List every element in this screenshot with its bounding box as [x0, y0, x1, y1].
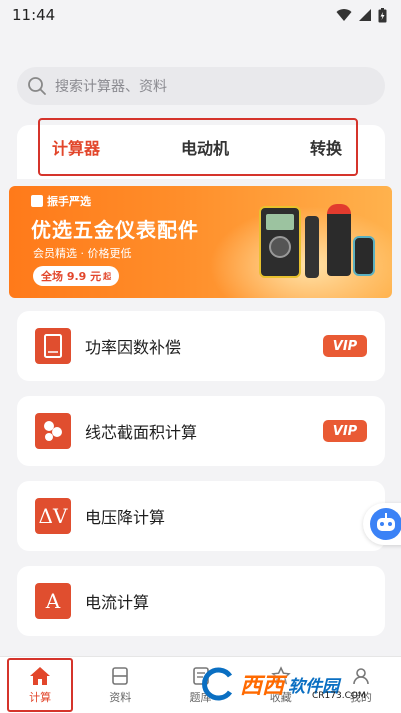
vip-badge: VIP: [323, 420, 367, 442]
robot-icon: [370, 508, 401, 540]
promo-banner[interactable]: 振手严选 优选五金仪表配件 会员精选 · 价格更低 全场 9.9 元 起: [9, 186, 392, 298]
banner-brand: 振手严选: [31, 193, 91, 209]
list-item-label: 电压降计算: [85, 508, 166, 527]
tab-motor[interactable]: 电动机: [181, 135, 229, 159]
site-watermark: 西西 软件园 CR173.COM: [200, 664, 390, 704]
banner-subtitle: 会员精选 · 价格更低: [33, 247, 132, 260]
list-item-current[interactable]: A 电流计算: [17, 566, 385, 636]
nav-label: 资料: [109, 690, 132, 704]
search-input[interactable]: 搜索计算器、资料: [17, 67, 385, 105]
nav-materials[interactable]: 资料: [80, 657, 160, 713]
list-item-label: 电流计算: [85, 593, 150, 612]
delta-v-icon: ΔV: [35, 498, 71, 534]
price-text: 全场 9.9 元: [41, 270, 102, 283]
brand-name: 振手严选: [47, 195, 91, 208]
list-item-label: 功率因数补偿: [85, 338, 182, 357]
status-time: 11:44: [12, 6, 56, 24]
document-icon: [112, 666, 129, 685]
cable-core-icon: [35, 413, 71, 449]
banner-title: 优选五金仪表配件: [31, 218, 199, 242]
tester-image: [353, 236, 375, 276]
battery-icon: [378, 7, 387, 22]
price-suffix: 起: [103, 271, 112, 281]
signal-icon: [359, 9, 371, 21]
search-icon: [28, 77, 46, 95]
status-icons: [336, 7, 387, 23]
vip-badge: VIP: [323, 335, 367, 357]
list-item-power-factor[interactable]: 功率因数补偿 VIP: [17, 311, 385, 381]
list-item-cable-area[interactable]: 线芯截面积计算 VIP: [17, 396, 385, 466]
brand-logo-icon: [31, 195, 43, 207]
search-placeholder: 搜索计算器、资料: [55, 79, 167, 95]
voltage-pen-image: [305, 216, 319, 278]
tablet-icon: [35, 328, 71, 364]
tab-calculator[interactable]: 计算器: [52, 135, 100, 159]
ampere-icon: A: [35, 583, 71, 619]
banner-price-pill[interactable]: 全场 9.9 元 起: [33, 266, 120, 286]
active-nav-highlight: [7, 658, 73, 712]
tab-conversion[interactable]: 转换: [310, 135, 342, 159]
multimeter-image: [259, 206, 301, 278]
wifi-icon: [336, 9, 352, 21]
list-item-label: 线芯截面积计算: [85, 423, 198, 442]
watermark-url: CR173.COM: [312, 691, 366, 701]
watermark-text: 西西: [240, 674, 285, 699]
watermark-logo-icon: [202, 667, 233, 701]
list-item-voltage-drop[interactable]: ΔV 电压降计算: [17, 481, 385, 551]
clamp-meter-image: [327, 204, 351, 276]
status-bar: 11:44: [0, 0, 401, 30]
category-tabs: 计算器 电动机 转换: [38, 118, 358, 176]
assistant-robot-button[interactable]: [363, 503, 401, 545]
